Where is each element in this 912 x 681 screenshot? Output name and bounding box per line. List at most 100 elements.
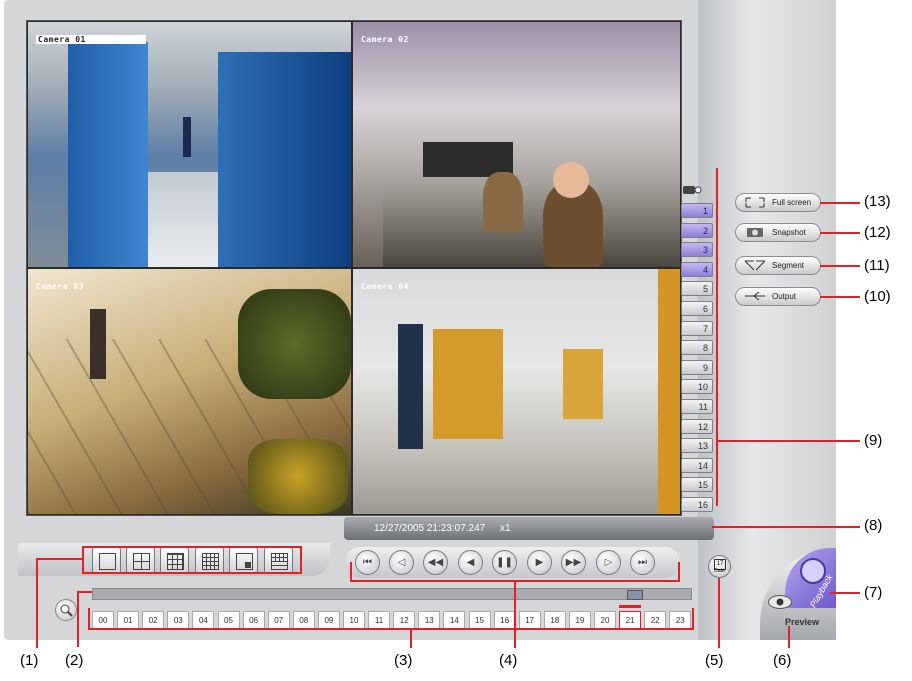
camera-icon: [744, 227, 766, 238]
callout-line: [830, 592, 860, 594]
fast-forward-icon: ▶▶: [565, 557, 582, 568]
callout-line: [88, 608, 90, 630]
hour-button-23[interactable]: 23: [669, 611, 692, 629]
channel-button-14[interactable]: 14: [681, 457, 713, 473]
channel-button-6[interactable]: 6: [681, 301, 713, 316]
layout-9-button[interactable]: [160, 547, 189, 574]
skip-end-icon: ⏭: [638, 557, 647, 568]
hour-button-21[interactable]: 21: [619, 611, 642, 629]
fast-rewind-button[interactable]: ◀◀: [423, 550, 448, 575]
callout-13: (13): [864, 193, 891, 210]
hour-button-14[interactable]: 14: [443, 611, 466, 629]
layout-1-icon: [99, 553, 116, 570]
channel-button-11[interactable]: 11: [681, 399, 713, 414]
segment-label: Segment: [772, 261, 805, 270]
channel-button-2[interactable]: 2: [681, 222, 713, 238]
hour-button-04[interactable]: 04: [192, 611, 215, 629]
hour-button-22[interactable]: 22: [644, 611, 667, 629]
camera-view-1[interactable]: Camera 01: [28, 22, 351, 267]
callout-8: (8): [864, 517, 883, 534]
callout-line: [678, 562, 680, 582]
channel-button-4[interactable]: 4: [681, 261, 713, 277]
hour-button-06[interactable]: 06: [242, 611, 265, 629]
callout-line: [82, 546, 84, 574]
hour-button-11[interactable]: 11: [368, 611, 391, 629]
reverse-play-button[interactable]: ◀: [458, 550, 483, 575]
snapshot-label: Snapshot: [772, 228, 806, 237]
hour-button-07[interactable]: 07: [267, 611, 290, 629]
camera-view-4[interactable]: Camera 04: [353, 269, 680, 514]
date-button[interactable]: 17 Date: [708, 555, 731, 578]
channel-button-15[interactable]: 15: [681, 477, 713, 493]
channel-button-10[interactable]: 10: [681, 379, 713, 395]
snapshot-button[interactable]: Snapshot: [735, 223, 821, 242]
output-label: Output: [772, 292, 797, 301]
callout-line: [820, 232, 860, 234]
hour-button-13[interactable]: 13: [418, 611, 441, 629]
play-button[interactable]: ▶: [527, 550, 552, 575]
hour-button-10[interactable]: 10: [343, 611, 365, 629]
skip-to-start-button[interactable]: ⏮: [355, 550, 380, 575]
playback-datetime: 12/27/2005 21:23:07.247: [374, 523, 486, 534]
layout-pip-button[interactable]: [229, 547, 258, 574]
hour-button-18[interactable]: 18: [543, 611, 566, 629]
channel-button-8[interactable]: 8: [681, 340, 713, 356]
hour-button-17[interactable]: 17: [518, 611, 541, 629]
next-frame-button[interactable]: ▷: [596, 550, 621, 575]
callout-line: [82, 546, 302, 548]
hour-button-08[interactable]: 08: [292, 611, 315, 629]
camera-view-2[interactable]: Camera 02: [353, 22, 680, 267]
hour-button-00[interactable]: 00: [92, 611, 114, 629]
channel-button-3[interactable]: 3: [681, 242, 713, 258]
camera-view-3[interactable]: Camera 03: [28, 269, 351, 514]
channel-button-1[interactable]: 1: [681, 203, 713, 218]
callout-5: (5): [705, 652, 724, 669]
channel-button-7[interactable]: 7: [681, 320, 713, 336]
search-icon[interactable]: [55, 599, 77, 621]
hour-button-15[interactable]: 15: [468, 611, 491, 629]
reverse-icon: ◀: [466, 557, 475, 568]
camera-label: Camera 04: [361, 282, 409, 291]
hour-button-19[interactable]: 19: [568, 611, 591, 629]
step-forward-icon: ▷: [604, 557, 613, 568]
preview-mode-button[interactable]: Preview: [785, 612, 825, 627]
layout-4-button[interactable]: [126, 547, 155, 574]
skip-to-end-button[interactable]: ⏭: [630, 550, 655, 575]
fast-forward-button[interactable]: ▶▶: [561, 550, 586, 575]
playback-status-bar: 12/27/2005 21:23:07.247 x1: [344, 517, 714, 540]
layout-16-button[interactable]: [195, 547, 224, 574]
hour-button-09[interactable]: 09: [317, 611, 340, 629]
layout-9-icon: [167, 553, 184, 570]
callout-line: [77, 591, 79, 647]
channel-button-5[interactable]: 5: [681, 281, 713, 297]
pause-button[interactable]: ❚❚: [492, 550, 517, 575]
callout-line: [300, 546, 302, 574]
callout-line: [514, 580, 516, 648]
callout-line: [820, 296, 860, 298]
channel-button-9[interactable]: 9: [681, 359, 713, 375]
previous-frame-button[interactable]: ◁: [389, 550, 414, 575]
timeline-bar[interactable]: [92, 588, 692, 600]
hour-button-01[interactable]: 01: [117, 611, 140, 629]
right-panel: [698, 0, 836, 640]
output-button[interactable]: Output: [735, 287, 821, 306]
hour-button-16[interactable]: 16: [493, 611, 516, 629]
layout-13-icon: [271, 553, 288, 570]
date-label: Date: [714, 568, 725, 574]
channel-button-13[interactable]: 13: [681, 438, 713, 454]
hour-button-03[interactable]: 03: [167, 611, 190, 629]
channel-button-16[interactable]: 16: [681, 497, 713, 512]
layout-1-button[interactable]: [92, 547, 121, 574]
callout-line: [350, 562, 352, 582]
full-screen-button[interactable]: Full screen: [735, 193, 821, 212]
callout-12: (12): [864, 224, 891, 241]
segment-button[interactable]: Segment: [735, 256, 821, 275]
hour-button-12[interactable]: 12: [393, 611, 416, 629]
callout-4: (4): [499, 652, 518, 669]
hour-button-05[interactable]: 05: [217, 611, 240, 629]
hour-button-20[interactable]: 20: [594, 611, 616, 629]
channel-button-12[interactable]: 12: [681, 418, 713, 434]
hour-button-02[interactable]: 02: [142, 611, 165, 629]
selected-hour-marker: [619, 605, 642, 608]
layout-13-button[interactable]: [264, 547, 293, 574]
